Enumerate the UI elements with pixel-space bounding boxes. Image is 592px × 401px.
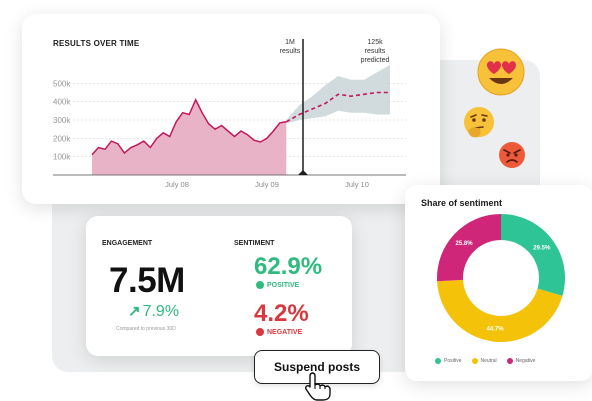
donut-slice-negative <box>437 214 501 282</box>
donut-slice-positive <box>501 214 565 296</box>
donut-legend: Positive Neutral Negative <box>435 358 535 364</box>
donut-label-negative: 25.8% <box>456 241 474 247</box>
donut-label-neutral: 44.7% <box>487 327 505 333</box>
engagement-value: 7.5M <box>109 261 185 300</box>
annotation-now-unit: results <box>280 48 301 55</box>
x-tick-july-10: July 10 <box>345 180 369 189</box>
engagement-sentiment-card: ENGAGEMENT SENTIMENT 7.5M ↗ 7.9% Compared… <box>86 216 352 356</box>
legend-negative: Negative <box>506 358 536 364</box>
sentiment-label: SENTIMENT <box>234 240 275 247</box>
smile-face-icon <box>256 281 264 289</box>
positive-value: 62.9% <box>254 253 323 280</box>
y-tick-label: 200k <box>53 134 71 143</box>
annotation-now-value: 1M <box>285 39 295 46</box>
y-tick-label: 400k <box>53 98 71 107</box>
sentiment-donut-chart: 29.5% 44.7% 25.8% <box>437 214 565 342</box>
frown-face-icon <box>256 328 264 336</box>
negative-label: NEGATIVE <box>267 328 303 336</box>
hand-pointer-icon <box>305 372 331 401</box>
x-tick-july-08: July 08 <box>165 180 189 189</box>
engagement-delta-value: 7.9% <box>142 303 180 320</box>
annotation-pred-value: 125k <box>367 39 383 46</box>
arrow-up-right-icon: ↗ <box>128 303 141 320</box>
legend-positive-swatch <box>435 358 441 364</box>
heart-eyes-emoji-icon <box>477 48 525 96</box>
legend-positive-label: Positive <box>444 358 462 364</box>
engagement-delta: ↗ 7.9% <box>128 302 179 321</box>
legend-neutral-swatch <box>471 358 478 364</box>
negative-label-row: NEGATIVE <box>256 328 302 336</box>
y-tick-label: 100k <box>53 153 71 162</box>
y-tick-label: 500k <box>53 79 71 88</box>
x-tick-july-09: July 09 <box>255 180 279 189</box>
results-over-time-card: 100k 200k 300k 400k 500k 1M results 125k res… <box>22 14 440 204</box>
donut-label-positive: 29.5% <box>533 245 551 251</box>
engagement-label: ENGAGEMENT <box>102 240 153 247</box>
legend-negative-label: Negative <box>515 358 536 364</box>
results-area <box>92 99 287 175</box>
positive-label-row: POSITIVE <box>256 281 299 289</box>
positive-label: POSITIVE <box>267 281 300 289</box>
legend-positive: Positive <box>435 358 462 364</box>
annotation-pred-line1: results <box>365 48 386 55</box>
legend-negative-swatch <box>506 358 513 364</box>
negative-value: 4.2% <box>254 300 309 327</box>
thinking-face-emoji-icon <box>464 107 494 138</box>
angry-face-emoji-icon <box>499 142 525 168</box>
engagement-compare-text: Compared to previous 30D <box>116 326 176 332</box>
y-tick-label: 300k <box>53 116 71 125</box>
legend-neutral-label: Neutral <box>480 358 497 364</box>
annotation-pred-line2: predicted <box>361 57 390 64</box>
share-of-sentiment-card: Share of sentiment 29.5% 44.7% 25.8% Posit… <box>405 185 592 381</box>
results-chart-title: RESULTS OVER TIME <box>53 39 140 48</box>
legend-neutral: Neutral <box>471 358 497 364</box>
now-marker <box>298 170 308 175</box>
